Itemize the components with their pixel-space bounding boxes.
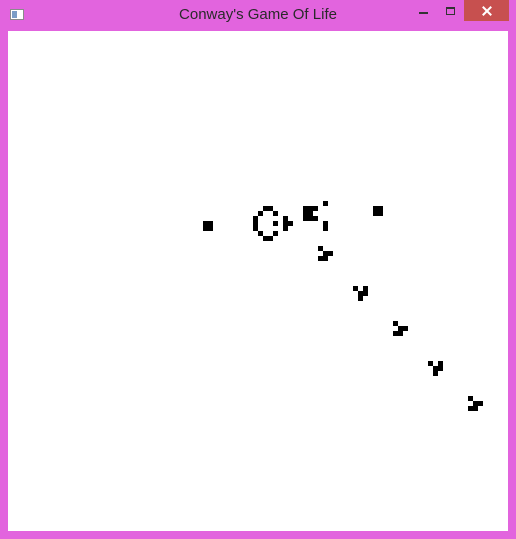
live-cell [438,366,443,371]
live-cell [273,221,278,226]
live-cell [323,256,328,261]
live-cell [268,236,273,241]
live-cell [313,216,318,221]
live-cell [273,211,278,216]
live-cell [208,226,213,231]
app-window: Conway's Game Of Life [0,0,516,539]
live-cell [328,251,333,256]
live-cell [323,226,328,231]
live-cell [273,231,278,236]
live-cell [478,401,483,406]
minimize-button[interactable] [410,0,437,21]
live-cell [433,371,438,376]
title-bar[interactable]: Conway's Game Of Life [0,0,516,31]
live-cell [378,211,383,216]
live-cell [258,211,263,216]
live-cell [288,221,293,226]
live-cell [283,226,288,231]
minimize-icon [419,11,428,14]
maximize-button[interactable] [437,0,464,21]
close-button[interactable] [464,0,509,21]
game-board[interactable] [8,31,508,531]
live-cell [403,326,408,331]
live-cell [313,206,318,211]
maximize-icon [446,6,455,15]
live-cell [398,331,403,336]
live-cell [323,201,328,206]
close-icon [482,6,492,16]
live-cell [473,406,478,411]
live-cell [363,291,368,296]
live-cell [358,296,363,301]
